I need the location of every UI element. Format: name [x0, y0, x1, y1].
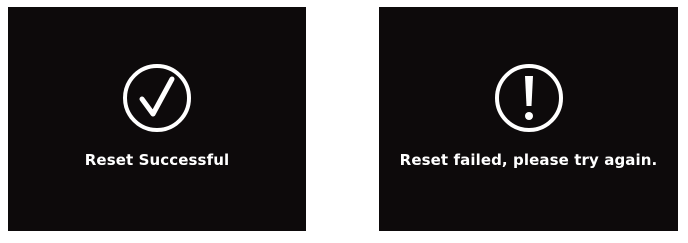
reset-failure-message: Reset failed, please try again.: [399, 151, 658, 169]
reset-failure-panel: Reset failed, please try again.: [379, 7, 678, 231]
reset-success-panel: Reset Successful: [8, 7, 306, 231]
exclamation-circle-icon: [494, 63, 564, 133]
reset-success-message: Reset Successful: [84, 151, 230, 169]
check-circle-icon: [122, 63, 192, 133]
